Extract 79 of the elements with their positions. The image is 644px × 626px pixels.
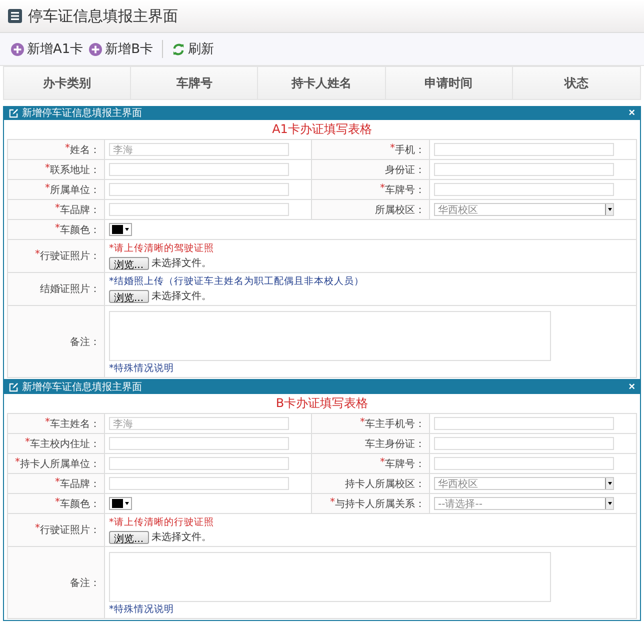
field-label: *车品牌： (55, 476, 100, 490)
field-label: 备注： (70, 576, 100, 590)
upload-hint: *请上传清晰的驾驶证照 (109, 242, 214, 255)
field-label: *车颜色： (55, 222, 100, 236)
refresh-button[interactable]: 刷新 (171, 38, 216, 60)
field-label: 所属校区： (375, 204, 425, 216)
dropdown[interactable]: 华西校区 (434, 477, 614, 490)
text-field[interactable] (109, 477, 289, 490)
refresh-icon (172, 42, 186, 56)
plus-circle-icon (89, 42, 102, 56)
form-heading: B卡办证填写表格 (274, 395, 370, 412)
remarks-hint: *特殊情况说明 (109, 362, 174, 375)
text-field[interactable] (434, 143, 614, 156)
field-label: 持卡人所属校区： (345, 478, 425, 490)
field-label: *联系地址： (45, 162, 100, 176)
text-field[interactable] (434, 457, 614, 470)
edit-icon (9, 382, 18, 392)
field-label: *车主校内住址： (25, 436, 100, 450)
color-picker[interactable] (109, 223, 132, 236)
column-header: 持卡人姓名 (258, 67, 386, 99)
field-label: 备注： (70, 336, 100, 348)
dialog-title: 新增停车证信息填报主界面 (22, 106, 143, 120)
dialog-title: 新增停车证信息填报主界面 (22, 380, 143, 394)
field-label: *车品牌： (55, 202, 100, 216)
caret-icon (125, 502, 129, 505)
field-label: *车牌号： (380, 456, 425, 470)
column-header: 办卡类别 (4, 67, 132, 99)
column-header: 状态 (563, 74, 590, 92)
remarks-hint: *特殊情况说明 (109, 603, 174, 616)
text-field[interactable]: 李海 (109, 417, 289, 430)
text-field[interactable] (109, 457, 289, 470)
text-field[interactable]: 李海 (109, 143, 289, 156)
field-label: *行驶证照片： (35, 523, 100, 537)
browse-button[interactable]: 浏览... (109, 530, 149, 544)
column-header: 车牌号 (131, 67, 258, 99)
remarks-textarea[interactable] (109, 311, 551, 361)
file-status: 未选择文件。 (152, 530, 212, 544)
field-label: *所属单位： (45, 182, 100, 196)
text-field[interactable] (109, 203, 289, 216)
field-label: *姓名： (65, 142, 100, 156)
field-label: *车主姓名： (45, 416, 100, 430)
color-picker[interactable] (109, 497, 132, 510)
plus-circle-icon (11, 42, 24, 56)
browse-button[interactable]: 浏览... (109, 290, 149, 302)
close-button[interactable]: × (628, 107, 635, 119)
field-label: *与持卡人所属关系： (330, 496, 425, 510)
text-field[interactable] (109, 437, 289, 450)
field-label: 车主身份证： (365, 438, 425, 450)
file-status: 未选择文件。 (152, 256, 212, 270)
form-heading: A1卡办证填写表格 (271, 121, 373, 138)
edit-icon (9, 108, 18, 118)
close-button[interactable]: × (628, 381, 635, 393)
browse-button[interactable]: 浏览... (109, 256, 149, 270)
text-field[interactable] (434, 183, 614, 196)
field-label: 结婚证照片： (40, 282, 100, 296)
text-field[interactable] (109, 183, 289, 196)
field-label: *车颜色： (55, 496, 100, 510)
field-label: *持卡人所属单位： (15, 456, 100, 470)
caret-icon (125, 228, 129, 231)
column-header: 申请时间 (386, 67, 513, 99)
page-title: 停车证信息填报主界面 (28, 6, 178, 26)
text-field[interactable] (434, 437, 614, 450)
text-field[interactable] (109, 163, 289, 176)
list-icon (8, 9, 22, 23)
field-label: *车主手机号： (360, 416, 425, 430)
field-label: *车牌号： (380, 182, 425, 196)
remarks-textarea[interactable] (109, 552, 551, 602)
add-button[interactable]: 新增A1卡 (10, 38, 84, 60)
add-button[interactable]: 新增B卡 (88, 38, 154, 60)
dropdown[interactable]: 华西校区 (434, 203, 614, 216)
field-label: *行驶证照片： (35, 249, 100, 263)
dropdown[interactable]: --请选择-- (434, 497, 614, 510)
text-field[interactable] (434, 417, 614, 430)
field-label: *手机： (390, 142, 425, 156)
field-label: 身份证： (385, 164, 425, 176)
upload-hint: *结婚照上传（行驶证车主姓名为职工配偶且非本校人员） (109, 275, 364, 288)
file-status: 未选择文件。 (152, 290, 212, 303)
text-field[interactable] (434, 163, 614, 176)
upload-hint: *请上传清晰的行驶证照 (109, 516, 214, 529)
